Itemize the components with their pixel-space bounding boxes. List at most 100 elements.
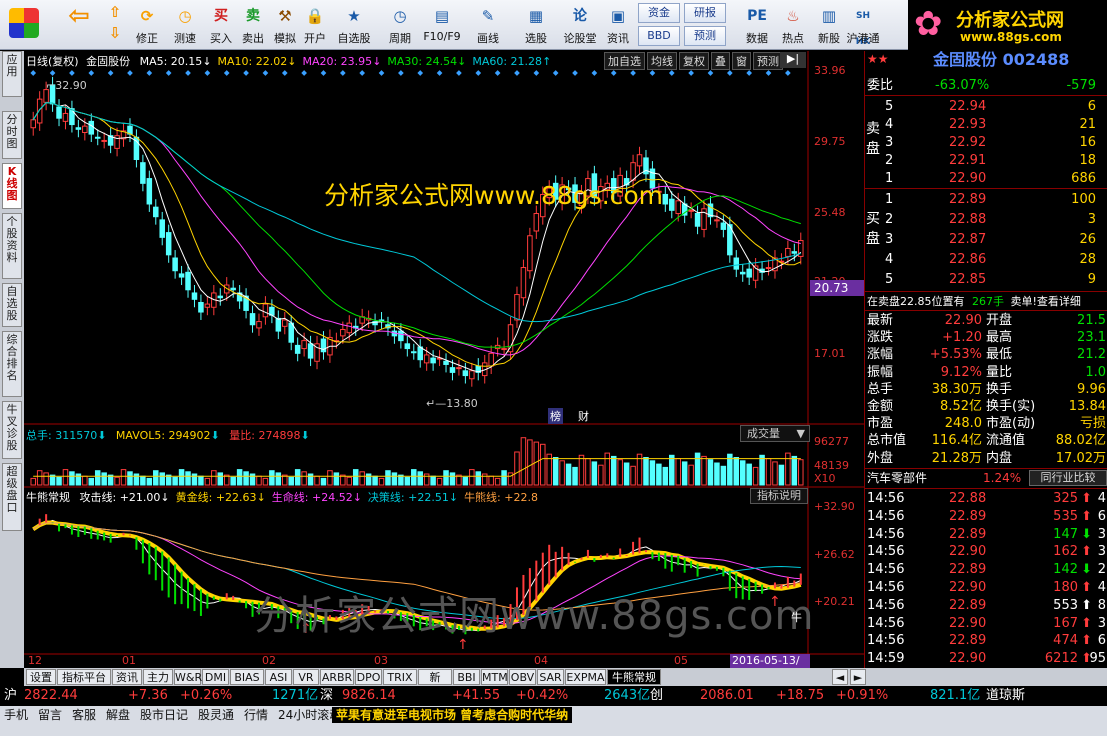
buy-level-3[interactable]: 3 22.87 26 (865, 231, 1107, 248)
news-ticker[interactable]: 苹果有意进军电视市场 曾考虑合购时代华纳 (332, 707, 573, 723)
pane-arrow-button[interactable]: ▶| (780, 52, 806, 68)
indicator-tab-8[interactable]: VR (293, 669, 319, 685)
开户-button[interactable]: 🔒 开户 (298, 2, 332, 48)
数据-button[interactable]: PE 数据 (740, 2, 774, 48)
indicator-tab-11[interactable]: TRIX (383, 669, 417, 685)
forecast-button[interactable]: 预测 (684, 26, 726, 46)
chart-mode[interactable]: 日线(复权) (26, 55, 79, 68)
event-rank-badge[interactable]: 榜 (548, 408, 563, 424)
left-tab-1[interactable]: 分时图 (2, 111, 22, 159)
模拟-button[interactable]: ⚒ 模拟 (268, 2, 302, 48)
kline-chart-area[interactable]: ↑ ↑ ↑ 日线(复权) 金固股份 MA5: 20.15↓ MA10: 22.02↓ M… (24, 51, 864, 681)
chart-button[interactable]: 叠 (711, 52, 730, 70)
indicator-name[interactable]: 牛熊常规 (26, 491, 70, 504)
status-item-0[interactable]: 手机 (4, 707, 28, 723)
周期-button[interactable]: ◷ 周期 (380, 2, 420, 48)
status-bar: 手机 留言 客服 解盘 股市日记 股灵通 行情 24小时滚动 苹果有意进军电视市场 曾考虑合购… (0, 706, 1107, 736)
left-tab-5[interactable]: 综合排名 (2, 331, 22, 397)
left-tab-7[interactable]: 超级盘口 (2, 463, 22, 531)
indicator-tab-16[interactable]: SAR (537, 669, 564, 685)
indicator-tab-14[interactable]: MTM (481, 669, 508, 685)
indicator-tab-15[interactable]: OBV (509, 669, 536, 685)
indicator-tab-6[interactable]: BIAS (230, 669, 264, 685)
status-item-6[interactable]: 行情 (244, 707, 268, 723)
status-item-2[interactable]: 客服 (72, 707, 96, 723)
buy-level-2[interactable]: 2 22.88 3 (865, 211, 1107, 228)
buy-level-1[interactable]: 1 22.89 100 (865, 191, 1107, 208)
left-tab-0[interactable]: 应用 (2, 51, 22, 97)
indicator-tab-12[interactable]: 新DMA (418, 669, 452, 699)
修正-button[interactable]: ⟳ 修正 (130, 2, 164, 48)
indicator-tab-3[interactable]: 主力 (143, 669, 173, 685)
chart-button[interactable]: 复权 (679, 52, 709, 70)
选股-button[interactable]: ▦ 选股 (516, 2, 556, 48)
indicator-tab-13[interactable]: BBI (453, 669, 480, 685)
left-tab-6[interactable]: 牛叉诊股 (2, 401, 22, 459)
ma-legend: MA5: 20.15↓ MA10: 22.02↓ MA20: 23.95↓ MA30:… (134, 55, 552, 68)
indicator-tab-17[interactable]: EXPMA (565, 669, 606, 685)
status-item-5[interactable]: 股灵通 (198, 707, 234, 723)
kline-chart-svg[interactable]: ↑↑↑ (24, 51, 864, 668)
status-item-1[interactable]: 留言 (38, 707, 62, 723)
star-icon[interactable]: ★★ (867, 52, 889, 66)
left-tab-4[interactable]: 自选股 (2, 283, 22, 327)
cy-index[interactable]: 2086.01 (700, 686, 754, 706)
buy-level-5[interactable]: 5 22.85 9 (865, 271, 1107, 288)
up-arrow-icon[interactable]: ⇧ (102, 3, 128, 23)
画线-button[interactable]: ✎ 画线 (468, 2, 508, 48)
toolbar-label: 测速 (174, 32, 196, 45)
tick-time: 14:56 (867, 508, 905, 524)
left-tab-2[interactable]: K线图 (2, 163, 22, 209)
sell-level-2[interactable]: 2 22.91 18 (865, 152, 1107, 169)
chart-button[interactable]: 窗 (732, 52, 751, 70)
sz-index[interactable]: 9826.14 (342, 686, 396, 706)
sell-level-4[interactable]: 4 22.93 21 (865, 116, 1107, 133)
sell-level-1[interactable]: 1 22.90 686 (865, 170, 1107, 187)
sell-level-5[interactable]: 5 22.94 6 (865, 98, 1107, 115)
order-notice-more[interactable]: 查看详细 (1037, 295, 1081, 308)
event-finance-badge[interactable]: 财 (576, 408, 591, 424)
dow-jones-label[interactable]: 道琼斯 (986, 686, 1025, 706)
indicator-tab-4[interactable]: W&R (174, 669, 202, 685)
back-button[interactable]: ⇦ (62, 2, 96, 48)
chart-button[interactable]: 预测 (753, 52, 783, 70)
自选股-button[interactable]: ★ 自选股 (334, 2, 374, 48)
status-item-3[interactable]: 解盘 (106, 707, 130, 723)
indicator-tab-1[interactable]: 指标平台 (57, 669, 111, 685)
tab-scroll-left-icon[interactable]: ◄ (832, 669, 848, 685)
资讯-button[interactable]: ▣ 资讯 (598, 2, 638, 48)
卖出-button[interactable]: 卖卖出 (236, 2, 270, 48)
tab-scroll-right-icon[interactable]: ► (850, 669, 866, 685)
sell-level-3[interactable]: 3 22.92 16 (865, 134, 1107, 151)
sector-compare-button[interactable]: 同行业比较 (1029, 470, 1107, 486)
funds-button[interactable]: 资金 (638, 3, 680, 23)
indicator-help-button[interactable]: 指标说明 (750, 488, 808, 504)
left-tab-3[interactable]: 个股资料 (2, 213, 22, 279)
buy-level-4[interactable]: 4 22.86 28 (865, 251, 1107, 268)
测速-button[interactable]: ◷ 测速 (168, 2, 202, 48)
热点-button[interactable]: ♨ 热点 (776, 2, 810, 48)
bbd-button[interactable]: BBD (638, 26, 680, 46)
沪港通-button[interactable]: SH HK 沪港通 (846, 2, 880, 48)
order-notice[interactable]: 在卖盘22.85位置有 267手 卖单!查看详细 (865, 293, 1107, 310)
candle-body (88, 120, 95, 135)
论股堂-button[interactable]: 论论股堂 (560, 2, 600, 48)
chart-button[interactable]: 均线 (647, 52, 677, 70)
up-down-buttons[interactable]: ⇧ ⇩ (102, 2, 128, 48)
indicator-tab-18[interactable]: 牛熊常规 (607, 669, 661, 685)
indicator-tab-2[interactable]: 资讯 (112, 669, 142, 685)
indicator-tab-0[interactable]: 设置 (26, 669, 56, 685)
sh-index[interactable]: 2822.44 (24, 686, 78, 706)
买入-button[interactable]: 买买入 (204, 2, 238, 48)
F10/F9-button[interactable]: ▤ F10/F9 (422, 2, 462, 48)
indicator-tab-7[interactable]: ASI (265, 669, 292, 685)
新股-button[interactable]: ▥ 新股 (812, 2, 846, 48)
indicator-tab-9[interactable]: ARBR (320, 669, 354, 685)
research-button[interactable]: 研报 (684, 3, 726, 23)
down-arrow-icon[interactable]: ⇩ (102, 24, 128, 44)
indicator-tab-5[interactable]: DMI (202, 669, 229, 685)
chart-button[interactable]: 加自选 (604, 52, 645, 70)
volume-type-dropdown[interactable]: 成交量 ▼ (740, 425, 810, 442)
indicator-tab-10[interactable]: DPO (355, 669, 382, 685)
status-item-4[interactable]: 股市日记 (140, 707, 188, 723)
